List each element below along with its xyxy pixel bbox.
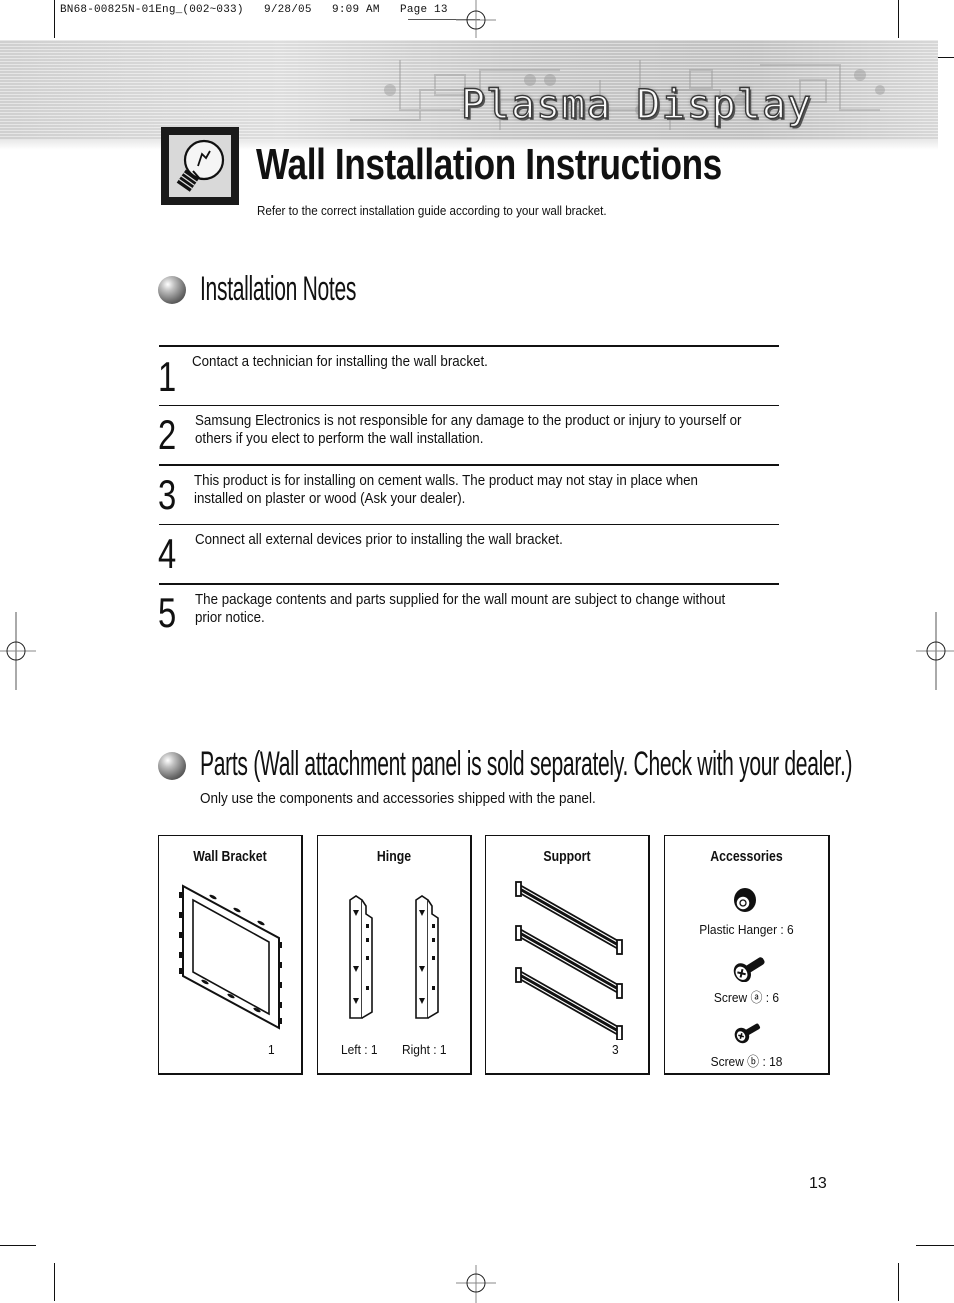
note-number: 5	[158, 589, 177, 636]
page-title: Wall Installation Instructions	[256, 140, 722, 189]
part-quantity: 1	[268, 1042, 275, 1057]
note-number: 4	[158, 530, 177, 577]
part-title: Accessories	[710, 848, 783, 865]
sphere-bullet-icon	[158, 276, 186, 304]
part-title: Hinge	[376, 848, 412, 865]
crop-mark	[0, 1245, 36, 1246]
part-card-support: Support 3	[485, 835, 650, 1075]
crop-mark	[54, 0, 55, 38]
divider	[159, 583, 779, 585]
screw-b-icon	[734, 1023, 761, 1044]
section-heading-parts: Parts (Wall attachment panel is sold sep…	[200, 745, 853, 783]
hinge-right-quantity: Right : 1	[402, 1042, 447, 1057]
part-title: Wall Bracket	[193, 848, 267, 865]
divider	[159, 524, 779, 525]
note-text: The package contents and parts supplied …	[195, 592, 726, 626]
crop-mark	[898, 1263, 899, 1301]
crop-mark	[916, 1245, 954, 1246]
registration-mark-icon	[0, 612, 36, 690]
note-number: 3	[158, 471, 177, 518]
registration-mark-icon	[456, 1265, 496, 1303]
part-quantity: 3	[612, 1042, 619, 1057]
plastic-hanger-icon	[734, 888, 756, 912]
part-card-accessories: Accessories Plastic Hanger : 6 Screw ⓐ :…	[664, 835, 830, 1075]
note-number: 1	[158, 353, 177, 400]
wall-bracket-icon	[179, 884, 282, 1030]
accessory-label: Screw ⓐ : 6	[713, 990, 780, 1005]
crop-mark	[54, 1263, 55, 1301]
page-number: 13	[809, 1175, 827, 1192]
support-bar-icon	[515, 881, 623, 1040]
note-text: Contact a technician for installing the …	[192, 354, 488, 370]
registration-mark-icon	[456, 0, 496, 38]
hinge-icon	[349, 895, 439, 1019]
divider	[159, 405, 779, 406]
note-text: Samsung Electronics is not responsible f…	[195, 413, 742, 447]
registration-mark-icon	[916, 612, 954, 690]
sphere-bullet-icon	[158, 752, 186, 780]
hinge-left-quantity: Left : 1	[341, 1042, 378, 1057]
note-text: Connect all external devices prior to in…	[195, 532, 563, 548]
divider	[159, 345, 779, 347]
screw-a-icon	[733, 957, 765, 982]
note-text: This product is for installing on cement…	[194, 473, 698, 507]
product-title: Plasma Display	[460, 81, 812, 128]
parts-intro: Only use the components and accessories …	[200, 791, 596, 807]
accessory-label: Plastic Hanger : 6	[699, 922, 794, 937]
note-number: 2	[158, 411, 177, 458]
divider	[159, 464, 779, 466]
part-card-wall-bracket: Wall Bracket 1	[158, 835, 303, 1075]
page-subtitle: Refer to the correct installation guide …	[257, 204, 607, 218]
lightbulb-tip-icon	[176, 139, 225, 192]
accessory-label: Screw ⓑ : 18	[710, 1054, 783, 1069]
part-card-hinge: Hinge Left : 1 Right : 1	[317, 835, 472, 1075]
part-title: Support	[543, 848, 591, 865]
section-heading-installation-notes: Installation Notes	[200, 270, 357, 308]
crop-mark	[898, 0, 899, 38]
print-slug: BN68-00825N-01Eng_(002~033) 9/28/05 9:09…	[60, 4, 448, 16]
tip-box	[161, 127, 239, 205]
